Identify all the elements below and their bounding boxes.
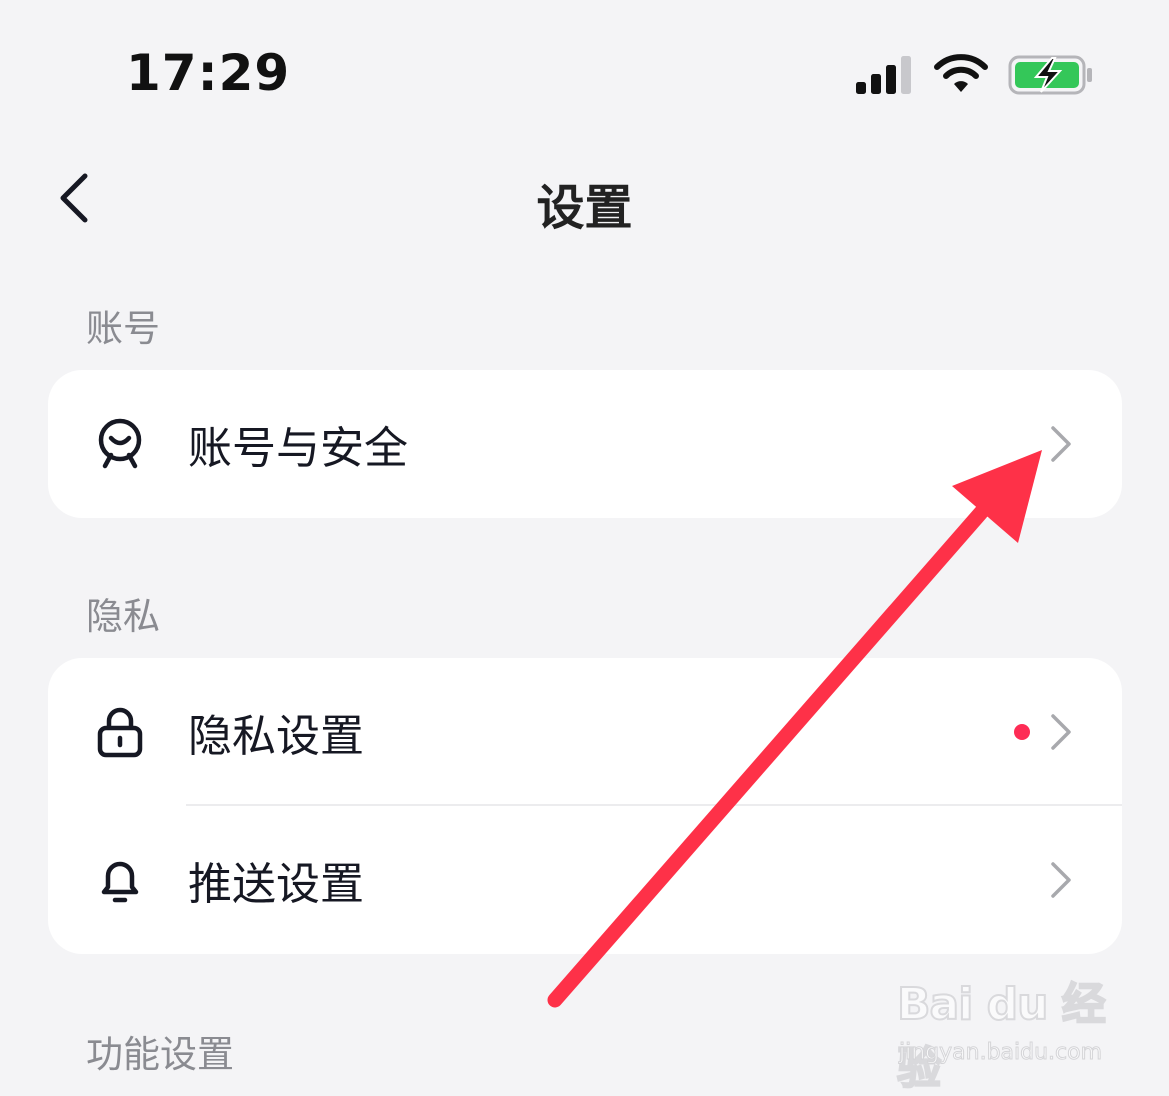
privacy-card: 隐私设置 推送设置 <box>48 658 1122 954</box>
wifi-icon <box>934 54 988 92</box>
account-face-icon <box>94 418 146 470</box>
status-bar: 17:29 <box>0 0 1169 140</box>
chevron-right-icon <box>1051 862 1071 898</box>
nav-bar: 设置 <box>0 150 1169 250</box>
section-label-account: 账号 <box>86 307 160 350</box>
status-time: 17:29 <box>126 44 291 102</box>
page-title: 设置 <box>536 180 633 236</box>
push-settings-label: 推送设置 <box>188 859 364 910</box>
bell-icon <box>94 854 146 906</box>
section-label-privacy: 隐私 <box>86 595 160 638</box>
lock-icon <box>94 706 146 758</box>
notification-dot <box>1014 724 1030 740</box>
account-security-label: 账号与安全 <box>188 423 408 474</box>
cellular-signal-icon <box>856 56 911 94</box>
watermark-url: jingyan.baidu.com <box>898 1040 1103 1066</box>
chevron-right-icon <box>1051 714 1071 750</box>
section-label-features: 功能设置 <box>86 1033 234 1076</box>
chevron-right-icon <box>1051 426 1071 462</box>
privacy-settings-item[interactable]: 隐私设置 <box>48 658 1122 806</box>
baidu-watermark: Bai du 经验 jingyan.baidu.com <box>895 968 1115 1095</box>
account-card: 账号与安全 <box>48 370 1122 518</box>
watermark-brand: Bai du 经验 <box>896 978 1107 1095</box>
account-security-item[interactable]: 账号与安全 <box>48 370 1122 518</box>
push-settings-item[interactable]: 推送设置 <box>48 806 1122 954</box>
privacy-settings-label: 隐私设置 <box>188 711 364 762</box>
battery-charging-icon <box>1008 55 1092 95</box>
